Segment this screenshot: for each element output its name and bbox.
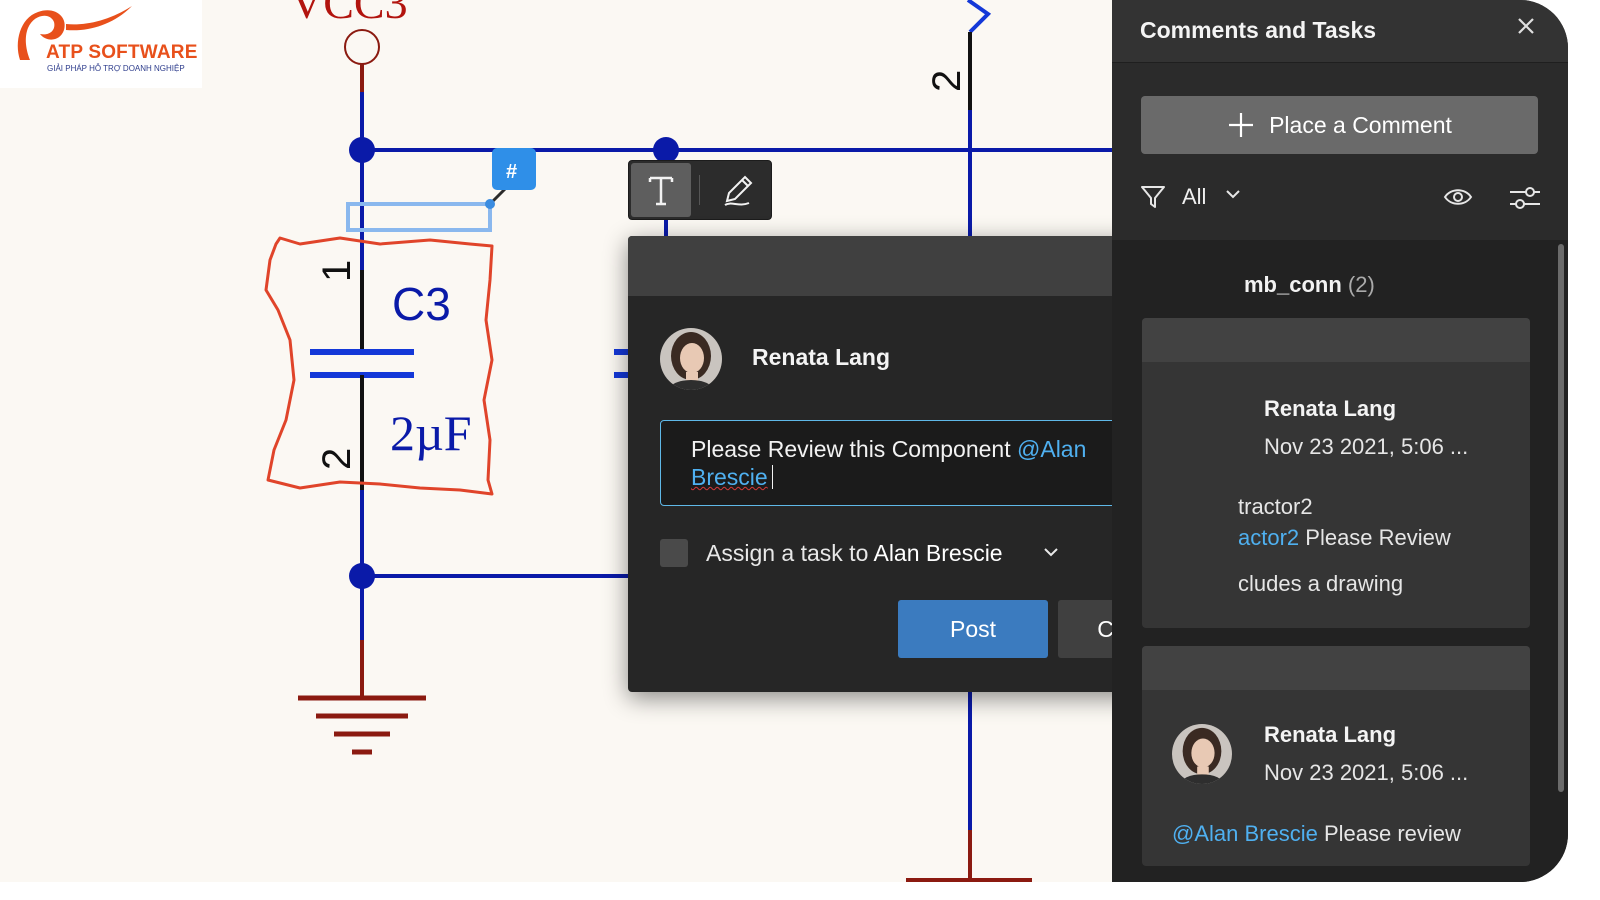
close-icon[interactable] xyxy=(1512,12,1540,40)
assign-task-checkbox[interactable] xyxy=(660,539,688,567)
scrollbar[interactable] xyxy=(1558,244,1564,792)
chevron-down-icon[interactable] xyxy=(1224,188,1242,200)
junction-dot xyxy=(349,563,375,589)
right-pin-number: 2 xyxy=(925,70,969,92)
assign-task-row: Assign a task to Alan Brescie xyxy=(660,538,1080,570)
assign-task-prefix: Assign a task to xyxy=(706,540,874,566)
annotation-toolbar xyxy=(628,160,772,220)
comments-panel: Comments and Tasks Place a Comment All m… xyxy=(1112,0,1568,882)
comment-card[interactable]: Renata Lang Nov 23 2021, 5:06 ... tracto… xyxy=(1142,318,1530,628)
card-mention[interactable]: actor2 xyxy=(1238,525,1299,550)
plus-icon xyxy=(1229,113,1254,137)
user-avatar-icon xyxy=(660,328,722,390)
pin-number-1: 1 xyxy=(315,260,359,282)
pin-number-2: 2 xyxy=(315,448,359,470)
brand-logo: ATP SOFTWARE GIẢI PHÁP HỖ TRỢ DOANH NGHI… xyxy=(0,0,202,88)
comment-card[interactable]: Renata Lang Nov 23 2021, 5:06 ... @Alan … xyxy=(1142,646,1530,866)
logo-brand: ATP SOFTWARE xyxy=(46,42,198,63)
vcc-net-label: VCC3 xyxy=(290,0,408,28)
comment-mention: @Alan xyxy=(1017,436,1087,462)
capacitor-reference: C3 xyxy=(392,278,451,330)
text-caret xyxy=(771,465,773,489)
app-frame: VCC3 2 C3 2µF 1 2 # ATP SOFTWARE GIẢI PH… xyxy=(0,0,1568,882)
card-mention[interactable]: tractor2 xyxy=(1238,494,1313,520)
text-tool-icon xyxy=(648,176,674,206)
user-avatar-icon xyxy=(1172,724,1232,784)
avatar xyxy=(1172,724,1232,784)
comment-mention-continued: Brescie xyxy=(691,464,768,490)
settings-sliders-icon[interactable] xyxy=(1508,183,1542,213)
wire-right-top-arrow xyxy=(966,0,992,34)
card-text: Please review xyxy=(1317,821,1461,846)
comment-anchor-dot xyxy=(485,199,495,209)
card-author: Renata Lang xyxy=(1264,396,1397,421)
card-text: Please Review xyxy=(1299,525,1451,550)
filter-icon[interactable] xyxy=(1140,184,1166,210)
vcc-terminal xyxy=(344,29,380,65)
junction-dot xyxy=(349,137,375,163)
avatar xyxy=(660,328,722,390)
assign-task-label: Assign a task to Alan Brescie xyxy=(706,540,1003,567)
text-tool-button[interactable] xyxy=(631,163,691,217)
assign-task-user: Alan Brescie xyxy=(873,540,1003,566)
selection-highlight[interactable] xyxy=(346,202,492,232)
pencil-icon xyxy=(724,175,753,206)
group-name: mb_conn xyxy=(1244,272,1342,297)
card-text-line: @Alan Brescie Please review xyxy=(1172,821,1461,847)
panel-title: Comments and Tasks xyxy=(1140,17,1377,43)
draw-tool-button[interactable] xyxy=(709,163,767,217)
card-text-line: actor2 Please Review xyxy=(1238,525,1451,551)
card-mention[interactable]: @Alan Brescie xyxy=(1172,821,1318,846)
place-comment-button[interactable]: Place a Comment xyxy=(1141,96,1538,154)
logo-tagline: GIẢI PHÁP HỖ TRỢ DOANH NGHIỆP xyxy=(47,64,185,73)
card-date: Nov 23 2021, 5:06 ... xyxy=(1264,760,1469,785)
comment-author: Renata Lang xyxy=(752,344,891,370)
card-date: Nov 23 2021, 5:06 ... xyxy=(1264,434,1469,459)
chevron-down-icon[interactable] xyxy=(1042,546,1060,558)
eye-icon[interactable] xyxy=(1443,185,1473,209)
place-comment-label: Place a Comment xyxy=(1269,111,1452,138)
card-header xyxy=(1142,646,1530,690)
filter-dropdown[interactable]: All xyxy=(1182,184,1206,210)
comment-group-label[interactable]: mb_conn (2) xyxy=(1244,272,1375,298)
comment-marker-label: # xyxy=(506,161,517,183)
card-text-line: cludes a drawing xyxy=(1238,571,1404,596)
panel-header: Comments and Tasks xyxy=(1112,0,1568,63)
capacitor-value: 2µF xyxy=(390,405,472,461)
group-count: (2) xyxy=(1347,272,1375,297)
comment-text: Please Review this Component xyxy=(691,436,1017,462)
card-author: Renata Lang xyxy=(1264,722,1397,747)
card-header xyxy=(1142,318,1530,362)
toolbar-divider xyxy=(699,175,700,205)
filter-row: All xyxy=(1140,182,1540,214)
post-button[interactable]: Post xyxy=(898,600,1048,658)
